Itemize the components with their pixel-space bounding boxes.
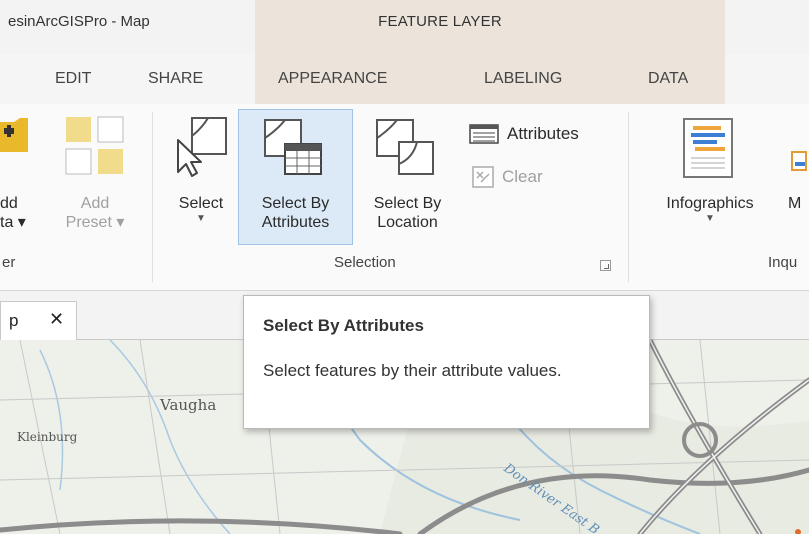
select-dropdown-icon: ▼ bbox=[196, 213, 206, 224]
clear-selection-button[interactable]: Clear bbox=[472, 166, 543, 188]
tab-labeling[interactable]: LABELING bbox=[484, 70, 562, 88]
attributes-button[interactable]: Attributes bbox=[469, 124, 579, 144]
select-label: Select bbox=[178, 195, 224, 212]
ribbon-tabs: EDIT SHARE APPEARANCE LABELING DATA bbox=[0, 54, 809, 104]
next-button-icon bbox=[791, 151, 807, 171]
group-separator bbox=[152, 112, 153, 282]
tab-appearance[interactable]: APPEARANCE bbox=[278, 70, 387, 88]
select-by-attributes-icon bbox=[264, 119, 322, 175]
tab-data[interactable]: DATA bbox=[648, 70, 688, 88]
close-icon[interactable]: ✕ bbox=[49, 309, 64, 330]
add-preset-label-2: Preset ▾ bbox=[65, 214, 125, 231]
place-label-vaughan: Vaugha bbox=[160, 396, 217, 414]
select-by-attributes-label-2: Attributes bbox=[261, 214, 330, 231]
clear-selection-icon bbox=[472, 166, 494, 188]
select-button[interactable]: Select ▼ bbox=[166, 110, 236, 240]
infographics-dropdown-icon: ▼ bbox=[705, 213, 715, 224]
tooltip-title: Select By Attributes bbox=[263, 316, 424, 335]
add-data-label-1: dd bbox=[0, 195, 18, 212]
add-data-icon bbox=[0, 118, 28, 152]
infographics-icon bbox=[683, 118, 733, 178]
group-separator bbox=[628, 112, 629, 282]
attributes-label: Attributes bbox=[507, 124, 579, 143]
select-tool-icon bbox=[177, 117, 227, 177]
select-by-attributes-label-1: Select By bbox=[261, 195, 330, 212]
window-title: esinArcGISPro - Map bbox=[8, 13, 150, 30]
inquiry-group-label: Inqu bbox=[768, 254, 798, 271]
map-view-tab[interactable]: p ✕ bbox=[0, 301, 77, 340]
select-by-location-label-1: Select By bbox=[373, 195, 442, 212]
tab-share[interactable]: SHARE bbox=[148, 70, 203, 88]
selection-group-label: Selection bbox=[334, 254, 396, 271]
tooltip-description: Select features by their attribute value… bbox=[263, 361, 562, 380]
tab-edit[interactable]: EDIT bbox=[55, 70, 91, 88]
select-by-location-icon bbox=[376, 119, 434, 175]
layer-group-label: er bbox=[2, 254, 16, 271]
next-button-label: M bbox=[788, 195, 802, 212]
select-by-location-label-2: Location bbox=[377, 214, 438, 231]
next-ribbon-button[interactable]: M bbox=[786, 110, 809, 240]
clear-label: Clear bbox=[502, 167, 543, 186]
add-data-label-2: ta ▾ bbox=[0, 214, 26, 231]
map-tab-label: p bbox=[9, 311, 19, 330]
selection-dialog-launcher-icon[interactable] bbox=[600, 260, 611, 271]
add-data-button[interactable]: dd ta ▾ bbox=[0, 110, 46, 240]
ribbon: dd ta ▾ Add Preset ▾ er Select ▼ Select … bbox=[0, 104, 809, 291]
preset-grid-icon bbox=[65, 116, 124, 175]
add-preset-button[interactable]: Add Preset ▾ bbox=[54, 110, 132, 240]
infographics-label: Infographics bbox=[666, 195, 754, 212]
add-preset-label-1: Add bbox=[80, 195, 110, 212]
tooltip: Select By Attributes Select features by … bbox=[243, 295, 650, 429]
attribute-table-icon bbox=[469, 124, 499, 144]
select-by-location-button[interactable]: Select By Location bbox=[355, 110, 460, 240]
select-by-attributes-button[interactable]: Select By Attributes bbox=[238, 109, 353, 245]
context-tab-title: FEATURE LAYER bbox=[378, 13, 502, 30]
place-label-kleinburg: Kleinburg bbox=[17, 430, 78, 444]
infographics-button[interactable]: Infographics ▼ bbox=[640, 110, 780, 240]
